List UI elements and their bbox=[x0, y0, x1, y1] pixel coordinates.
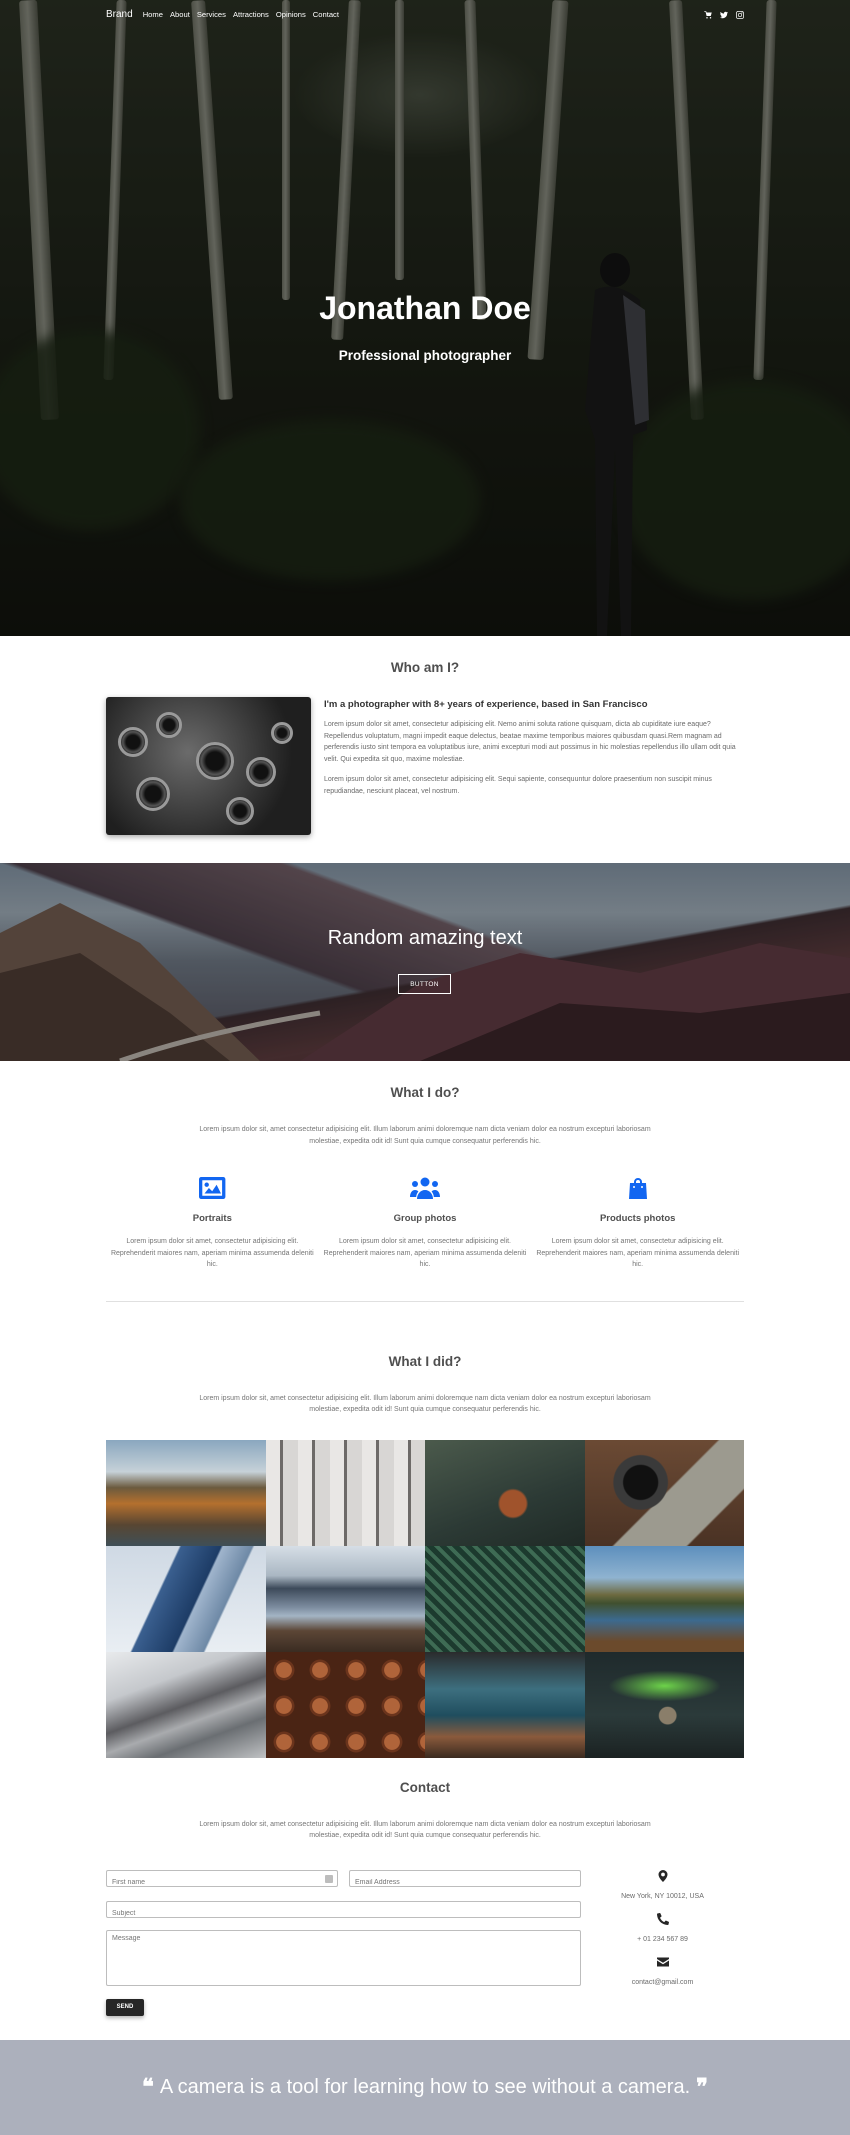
vintage-cameras-image bbox=[106, 697, 311, 835]
service-title: Products photos bbox=[599, 1213, 676, 1224]
service-text: Lorem ipsum dolor sit amet, consectetur … bbox=[536, 1238, 740, 1268]
services-lead: Lorem ipsum dolor sit, amet consectetur … bbox=[199, 1126, 651, 1145]
about-paragraph: Lorem ipsum dolor sit amet, consectetur … bbox=[324, 721, 736, 763]
nav-link-home[interactable]: Home bbox=[143, 10, 163, 19]
image-icon bbox=[106, 1177, 319, 1201]
nav-link-opinions[interactable]: Opinions bbox=[276, 10, 306, 19]
gallery-photo-waterfall[interactable] bbox=[425, 1651, 585, 1758]
service-text: Lorem ipsum dolor sit amet, consectetur … bbox=[323, 1238, 527, 1268]
message-textarea[interactable] bbox=[107, 1930, 580, 1985]
camera-lens bbox=[226, 797, 254, 825]
brand-logo[interactable]: Brand bbox=[106, 9, 133, 20]
quote-section: ❝ A camera is a tool for learning how to… bbox=[0, 2039, 850, 2135]
email-input[interactable] bbox=[350, 1874, 580, 1890]
envelope-icon bbox=[656, 1957, 669, 1966]
gallery-photo-camera-notebook[interactable] bbox=[584, 1439, 744, 1546]
gallery-lead: Lorem ipsum dolor sit, amet consectetur … bbox=[199, 1394, 651, 1414]
send-button[interactable]: SEND bbox=[106, 1998, 144, 2016]
gallery-photo-mountain-lake[interactable] bbox=[265, 1545, 425, 1652]
message-field bbox=[106, 1929, 581, 1986]
first-name-input[interactable] bbox=[107, 1874, 337, 1890]
contact-lead: Lorem ipsum dolor sit, amet consectetur … bbox=[199, 1820, 651, 1840]
service-products-photos: Products photos Lorem ipsum dolor sit am… bbox=[531, 1177, 744, 1271]
email-text: contact@gmail.com bbox=[631, 1978, 694, 1986]
subject-field bbox=[106, 1900, 581, 1921]
nav-icons bbox=[704, 10, 744, 19]
autofill-icon bbox=[325, 1874, 333, 1883]
gallery-photo-lake-reflection[interactable] bbox=[584, 1545, 744, 1652]
subject-input[interactable] bbox=[107, 1905, 580, 1921]
email-field bbox=[349, 1869, 581, 1890]
camera-lens bbox=[271, 722, 293, 744]
service-portraits: Portraits Lorem ipsum dolor sit amet, co… bbox=[106, 1177, 319, 1271]
service-text: Lorem ipsum dolor sit amet, consectetur … bbox=[110, 1238, 314, 1268]
contact-form: SEND bbox=[106, 1869, 581, 2016]
contact-info: New York, NY 10012, USA + 01 234 567 89 … bbox=[581, 1869, 744, 2016]
nav-links: Home About Services Attractions Opinions… bbox=[143, 10, 339, 19]
phone-text: + 01 234 567 89 bbox=[637, 1935, 688, 1943]
instagram-icon[interactable] bbox=[736, 10, 744, 19]
cart-icon[interactable] bbox=[704, 10, 712, 19]
camera-lens bbox=[156, 712, 182, 738]
gallery-photo-squirrel[interactable] bbox=[425, 1439, 585, 1546]
first-name-field bbox=[106, 1869, 338, 1890]
about-paragraph: Lorem ipsum dolor sit amet, consectetur … bbox=[324, 776, 712, 795]
gallery-photo-snowy-mountains[interactable] bbox=[106, 1651, 266, 1758]
twitter-icon[interactable] bbox=[720, 11, 728, 19]
quote-open-icon: ❝ bbox=[142, 2074, 154, 2100]
phone-icon bbox=[656, 1912, 669, 1925]
users-icon bbox=[319, 1177, 532, 1201]
shopping-bag-icon bbox=[531, 1177, 744, 1201]
services-title: What I do? bbox=[390, 1085, 460, 1100]
hero-text: Jonathan Doe Professional photographer bbox=[0, 290, 850, 363]
quote-close-icon: ❞ bbox=[696, 2074, 708, 2100]
address-text: New York, NY 10012, USA bbox=[621, 1892, 704, 1900]
service-title: Group photos bbox=[393, 1213, 457, 1224]
services-section: What I do? Lorem ipsum dolor sit, amet c… bbox=[106, 1061, 744, 1332]
hero-subtitle: Professional photographer bbox=[338, 348, 512, 363]
gallery-photo-autumn-lake[interactable] bbox=[106, 1439, 266, 1546]
map-marker-icon bbox=[658, 1869, 667, 1882]
nav-link-about[interactable]: About bbox=[170, 10, 190, 19]
nav-link-contact[interactable]: Contact bbox=[313, 10, 339, 19]
gallery-photo-snowy-forest[interactable] bbox=[265, 1439, 425, 1546]
banner-text: Random amazing text bbox=[327, 927, 523, 949]
gallery-photo-firewood[interactable] bbox=[265, 1651, 425, 1758]
nav-link-services[interactable]: Services bbox=[197, 10, 226, 19]
about-heading: I'm a photographer with 8+ years of expe… bbox=[324, 699, 648, 710]
gallery-title: What I did? bbox=[388, 1353, 462, 1369]
about-title: Who am I? bbox=[390, 660, 460, 675]
gallery-section: What I did? Lorem ipsum dolor sit, amet … bbox=[106, 1332, 744, 1758]
email-item: contact@gmail.com bbox=[581, 1956, 744, 1989]
gallery-photo-fern[interactable] bbox=[425, 1545, 585, 1652]
navbar: Brand Home About Services Attractions Op… bbox=[0, 0, 850, 29]
camera-lens bbox=[118, 727, 148, 757]
nav-link-attractions[interactable]: Attractions bbox=[233, 10, 269, 19]
banner-button[interactable]: BUTTON bbox=[398, 974, 451, 994]
service-title: Portraits bbox=[192, 1213, 232, 1224]
photo-gallery bbox=[106, 1439, 744, 1758]
hero-title: Jonathan Doe bbox=[319, 290, 531, 326]
gallery-photo-glass-building[interactable] bbox=[106, 1545, 266, 1652]
service-group-photos: Group photos Lorem ipsum dolor sit amet,… bbox=[319, 1177, 532, 1271]
camera-lens bbox=[196, 742, 234, 780]
banner-section: Random amazing text BUTTON bbox=[0, 863, 850, 1061]
about-section: Who am I? I'm a photographer with 8+ yea… bbox=[106, 636, 744, 863]
hero-section: Jonathan Doe Professional photographer bbox=[0, 0, 850, 636]
contact-title: Contact bbox=[399, 1779, 451, 1795]
quote-text: A camera is a tool for learning how to s… bbox=[159, 2075, 691, 2098]
address-item: New York, NY 10012, USA bbox=[581, 1869, 744, 1903]
camera-lens bbox=[136, 777, 170, 811]
camera-lens bbox=[246, 757, 276, 787]
contact-section: Contact Lorem ipsum dolor sit, amet cons… bbox=[106, 1758, 744, 2040]
section-divider bbox=[106, 1300, 744, 1302]
banner-overlay bbox=[0, 863, 850, 1061]
phone-item: + 01 234 567 89 bbox=[581, 1912, 744, 1946]
gallery-photo-aurora[interactable] bbox=[584, 1651, 744, 1758]
